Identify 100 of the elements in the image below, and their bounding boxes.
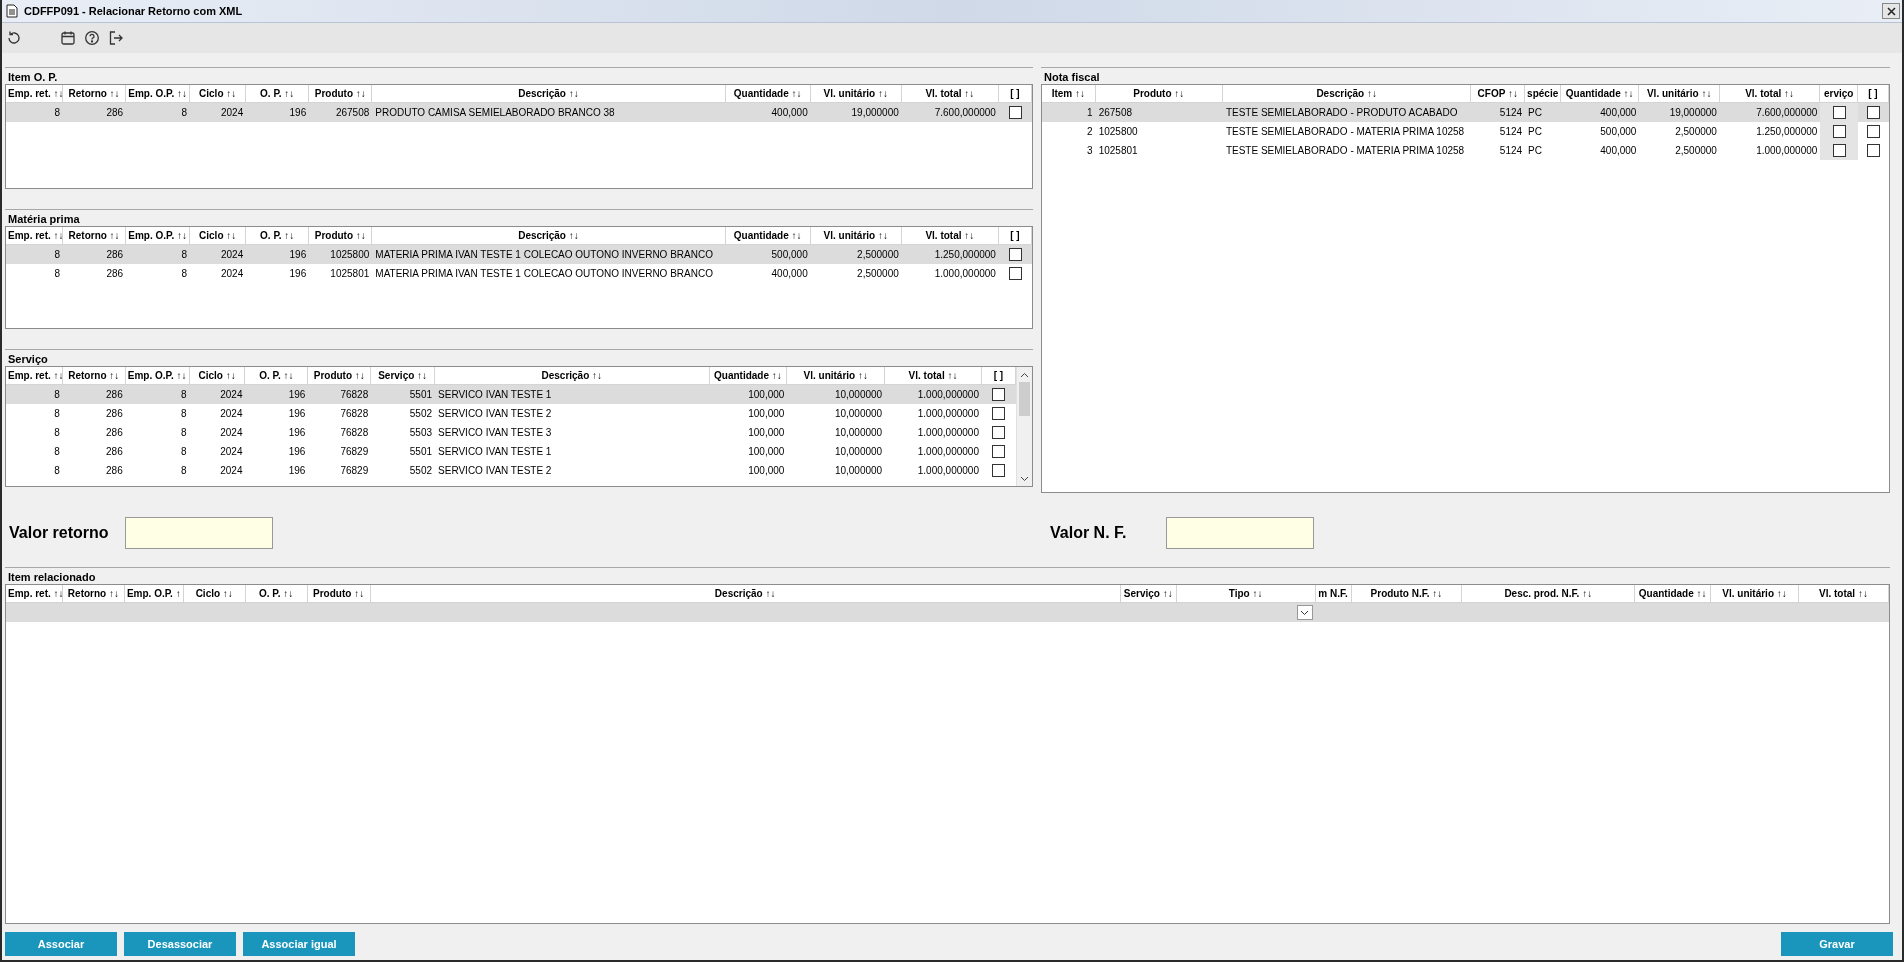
column-header[interactable]: Emp. O.P. ↑↓ [125,367,190,385]
column-header[interactable]: Vl. unitário ↑↓ [787,367,886,385]
column-header[interactable]: Emp. O.P. ↑↓ [126,85,191,103]
column-header[interactable]: Emp. ret. ↑↓ [6,227,64,245]
column-header[interactable]: Tipo ↑↓ [1176,585,1316,603]
table-cell-text: 8 [180,106,189,120]
column-header[interactable]: CFOP ↑↓ [1471,85,1526,103]
input-field[interactable] [1166,517,1314,549]
scrollbar-thumb[interactable] [1019,382,1030,416]
column-header[interactable]: Produto ↑↓ [1095,85,1223,103]
table-row[interactable]: 8 286 8 2024 196 76828 5501 SERVICO IVAN TESTE 1 100,000 10,000000 1.000,000000 [6,385,1016,404]
column-header[interactable]: Retorno ↑↓ [63,227,127,245]
column-header[interactable]: [ ] [1858,85,1889,103]
table-row[interactable]: 8 286 8 2024 196 1025800 MATERIA PRIMA IVAN TESTE 1 COLECAO OUTONO INVERNO BRANCO 500,000 2,500000 1.250,000000 [6,245,1032,264]
table-cell-text: 8 [180,388,188,402]
column-header[interactable]: Vl. unitário ↑↓ [810,85,902,103]
column-header[interactable]: Ciclo ↑↓ [183,585,246,603]
row-checkbox[interactable] [1867,125,1880,138]
column-header[interactable]: Desc. prod. N.F. ↑↓ [1462,585,1636,603]
column-header[interactable]: Descrição ↑↓ [372,85,726,103]
column-header[interactable]: Retorno ↑↓ [63,85,127,103]
column-header[interactable]: Emp. O.P. ↑ [124,585,184,603]
table-cell-text: SERVICO IVAN TESTE 1 [437,445,553,459]
rotate-ccw-icon [6,30,22,46]
input-field[interactable] [125,517,273,549]
column-header[interactable]: Descrição ↑↓ [435,367,710,385]
column-header[interactable]: O. P. ↑↓ [245,367,309,385]
column-header[interactable]: Vl. unitário ↑↓ [1711,585,1799,603]
column-header[interactable]: Descrição ↑↓ [1222,85,1472,103]
table-cell-text: 10,000000 [833,426,884,440]
column-header[interactable]: spécie [1525,85,1561,103]
table-cell-text: 2 [1086,125,1094,139]
table-cell-text: 8 [180,248,189,262]
column-header[interactable]: Vl. total ↑↓ [901,85,999,103]
column-header[interactable]: Produto N.F. ↑↓ [1351,585,1463,603]
row-checkbox[interactable] [992,464,1006,477]
column-header[interactable]: Vl. total ↑↓ [1719,85,1821,103]
column-header[interactable]: Vl. unitário ↑↓ [1639,85,1720,103]
table-cell-text: 286 [105,464,124,478]
table-cell-text: 2024 [219,426,244,440]
row-checkbox[interactable] [1867,144,1880,157]
column-header[interactable]: Serviço ↑↓ [1120,585,1177,603]
column-header[interactable]: Emp. ret. ↑↓ [6,367,63,385]
column-header[interactable]: Produto ↑↓ [309,227,373,245]
close-icon [1886,6,1896,16]
column-header[interactable]: Ciclo ↑↓ [190,85,247,103]
column-header[interactable]: Serviço ↑↓ [371,367,436,385]
dropdown-button[interactable] [1296,605,1313,620]
column-header[interactable]: Quantidade ↑↓ [1560,85,1640,103]
column-header[interactable]: Vl. unitário ↑↓ [810,227,902,245]
table-row[interactable]: 1 267508 TESTE SEMIELABORADO - PRODUTO ACABADO 5124 PC 400,000 19,000000 7.600,000000 [1042,103,1889,122]
column-header[interactable]: Descrição ↑↓ [370,585,1121,603]
column-header[interactable]: Produto ↑↓ [307,585,371,603]
row-checkbox[interactable] [992,388,1006,401]
table-cell-text: 400,000 [770,106,809,120]
column-header[interactable]: O. P. ↑↓ [246,85,310,103]
row-checkbox[interactable] [1867,106,1880,119]
column-header[interactable]: Produto ↑↓ [309,85,373,103]
column-header[interactable]: m N.F. [1315,585,1352,603]
row-checkbox[interactable] [1008,267,1022,280]
row-checkbox[interactable] [992,426,1006,439]
row-checkbox[interactable] [992,407,1006,420]
column-header[interactable]: O. P. ↑↓ [246,227,310,245]
column-header[interactable]: Quantidade ↑↓ [1635,585,1712,603]
column-header[interactable]: Quantidade ↑↓ [709,367,788,385]
column-header[interactable]: Vl. total ↑↓ [1799,585,1889,603]
table-row[interactable]: 8 286 8 2024 196 267508 PRODUTO CAMISA SEMIELABORADO BRANCO 38 400,000 19,000000 7.600,000000 [6,103,1032,122]
column-header[interactable]: O. P. ↑↓ [245,585,308,603]
scrollbar[interactable] [1016,367,1032,486]
column-header[interactable]: Ciclo ↑↓ [190,227,247,245]
table-cell-text: 100,000 [747,426,786,440]
column-header[interactable]: Vl. total ↑↓ [885,367,982,385]
column-header[interactable]: [ ] [998,227,1032,245]
column-header[interactable]: Vl. total ↑↓ [901,227,999,245]
column-header[interactable]: Quantidade ↑↓ [725,85,811,103]
column-header[interactable]: Emp. ret. ↑↓ [6,585,63,603]
table-cell-text: 2,500000 [1674,125,1718,139]
table-cell-text: 8 [53,106,62,120]
column-header[interactable]: Quantidade ↑↓ [725,227,811,245]
column-header[interactable]: Retorno ↑↓ [62,585,125,603]
row-checkbox[interactable] [1008,106,1022,119]
close-button[interactable] [1882,3,1900,19]
column-header[interactable]: Retorno ↑↓ [62,367,126,385]
column-header[interactable]: Descrição ↑↓ [372,227,726,245]
row-checkbox[interactable] [1008,248,1022,261]
table-cell-text: 8 [180,267,189,281]
help-button[interactable] [82,28,102,48]
table-cell-text: 196 [287,407,307,421]
column-header[interactable]: Ciclo ↑↓ [189,367,246,385]
column-header[interactable]: Emp. ret. ↑↓ [6,85,64,103]
column-header[interactable]: Emp. O.P. ↑↓ [126,227,191,245]
table-cell-text: PC [1527,106,1543,120]
column-header[interactable]: Produto ↑↓ [308,367,372,385]
column-header[interactable]: [ ] [981,367,1016,385]
table-cell-text: 1.000,000000 [916,426,980,440]
column-header[interactable]: [ ] [998,85,1032,103]
column-header[interactable]: Item ↑↓ [1042,85,1096,103]
row-checkbox[interactable] [992,445,1006,458]
table-cell-text: 1.000,000000 [916,407,980,421]
table-cell-text: 1025800 [1097,125,1139,139]
